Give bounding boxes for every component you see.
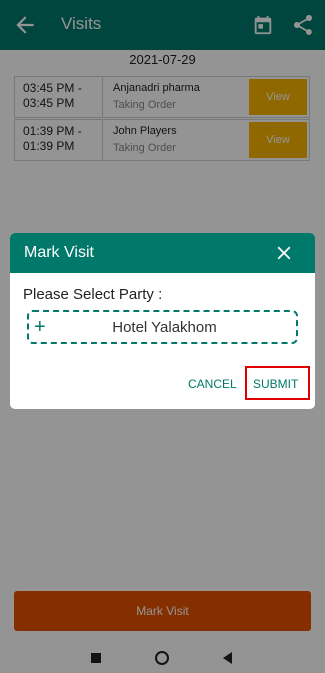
selected-party-name: Hotel Yalakhom [112, 319, 217, 336]
party-selector[interactable]: + Hotel Yalakhom [27, 310, 298, 344]
submit-button[interactable]: SUBMIT [253, 377, 298, 391]
cancel-button[interactable]: CANCEL [188, 377, 237, 391]
dialog-header: Mark Visit [10, 233, 315, 273]
dialog-title: Mark Visit [24, 244, 94, 261]
mark-visit-dialog: Mark Visit Please Select Party : + Hotel… [10, 233, 315, 409]
close-icon[interactable] [273, 242, 295, 264]
select-party-prompt: Please Select Party : [23, 286, 163, 303]
